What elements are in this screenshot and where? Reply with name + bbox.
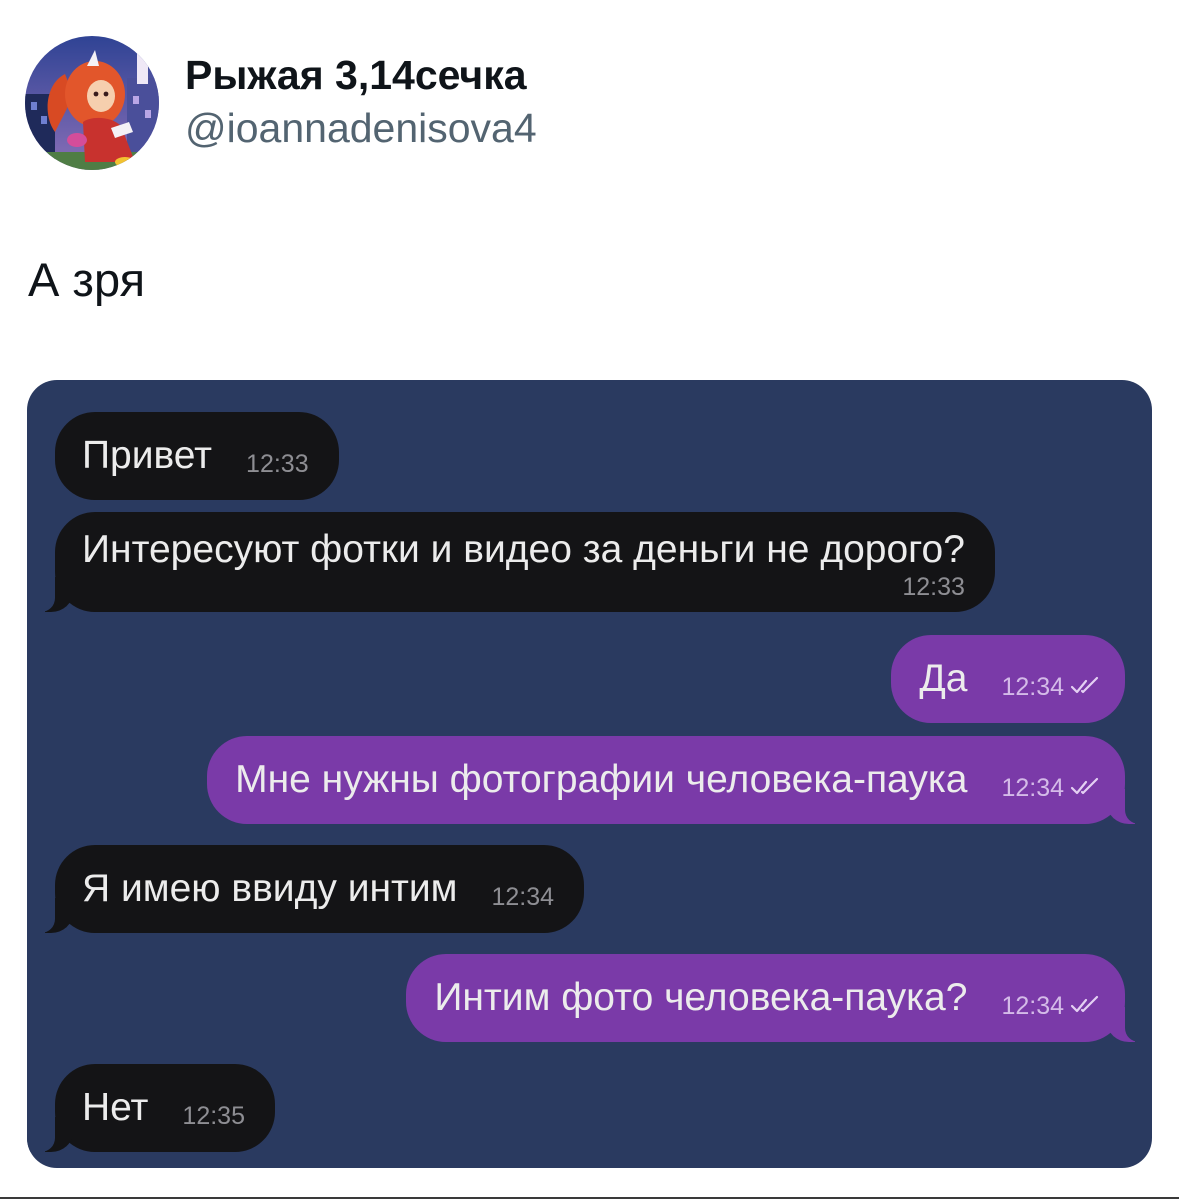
message-time: 12:35 [182, 1102, 245, 1130]
message-time: 12:34 [1001, 673, 1064, 701]
message-text: Интим фото человека-паука? [434, 976, 968, 1019]
message-text: Мне нужны фотографии человека-паука [235, 758, 968, 801]
tweet-text: А зря [28, 253, 146, 306]
message-bubble-incoming: Нет 12:35 [27, 1064, 275, 1152]
double-check-icon [1070, 995, 1100, 1015]
message-bubble-outgoing: Интим фото человека-паука? 12:34 [406, 954, 1152, 1042]
message-bubble-incoming: Интересуют фотки и видео за деньги не до… [27, 512, 995, 612]
message-time: 12:34 [1001, 774, 1064, 802]
author-name[interactable]: Рыжая 3,14сечка [185, 55, 527, 96]
message-time: 12:33 [902, 573, 965, 601]
message-bubble-outgoing: Да 12:34 [891, 635, 1125, 723]
chat-screenshot[interactable]: Привет 12:33 Интересуют фотки и видео за … [27, 380, 1152, 1168]
message-time: 12:33 [246, 450, 309, 478]
message-time: 12:34 [491, 883, 555, 911]
author-handle[interactable]: @ioannadenisova4 [185, 108, 537, 149]
message-time: 12:34 [1001, 992, 1064, 1020]
message-text: Нет [82, 1086, 149, 1129]
message-text: Привет [82, 434, 213, 477]
message-text: Я имею ввиду интим [82, 867, 458, 910]
double-check-icon [1070, 777, 1100, 797]
message-bubble-outgoing: Мне нужны фотографии человека-паука 12:34 [207, 736, 1152, 824]
message-bubble-incoming: Я имею ввиду интим 12:34 [27, 845, 585, 933]
message-text: Интересуют фотки и видео за деньги не до… [82, 528, 965, 571]
avatar-image [25, 36, 159, 170]
message-bubble-incoming: Привет 12:33 [55, 412, 339, 500]
avatar[interactable] [25, 36, 159, 170]
message-text: Да [919, 657, 968, 700]
double-check-icon [1070, 676, 1100, 696]
